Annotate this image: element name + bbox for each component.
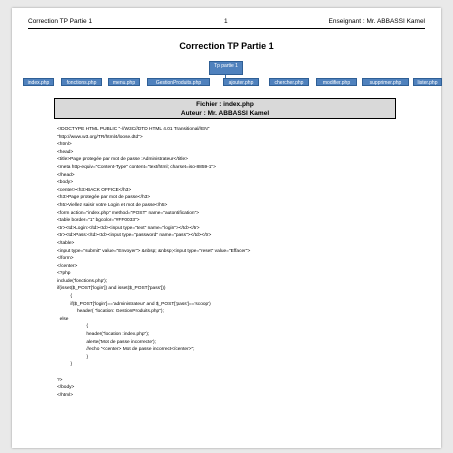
code-line: { (57, 294, 72, 300)
code-line: if($_POST['login']=='administrateur' and… (57, 301, 211, 307)
code-line: <form action="index.php" method="POST" n… (57, 210, 200, 216)
code-line: <html> (57, 142, 72, 148)
code-line: <title>Page protegée par mot de passe :A… (57, 157, 188, 163)
tree-node-gestionproduits: GestionProduits.php (147, 78, 210, 86)
file-author: Auteur : Mr. ABBASSI Kamel (180, 110, 270, 117)
document-page: Correction TP Partie 1 1 Enseignant : Mr… (12, 8, 442, 448)
code-line: alerte('Mot de passe incorrecte'); (57, 339, 156, 345)
code-line: <body> (57, 180, 74, 186)
code-line: </body> (57, 385, 75, 391)
code-line: </form> (57, 256, 74, 262)
code-line: <head> (57, 149, 74, 155)
tree-root-node: Tp partie 1 (209, 61, 243, 75)
code-line: } (57, 362, 72, 368)
code-line: <!DOCTYPE HTML PUBLIC "-//W3C//DTD HTML … (57, 127, 210, 132)
code-line: include('fonctions.php'); (57, 278, 108, 284)
header-page-number: 1 (224, 18, 228, 25)
code-line: <?php (57, 271, 71, 277)
document-title: Correction TP Partie 1 (179, 41, 274, 51)
code-line: <center><h3>BACK OFFICE</h3> (57, 187, 132, 193)
page-header: Correction TP Partie 1 1 Enseignant : Mr… (28, 18, 425, 29)
code-line: } (57, 354, 88, 360)
tree-node-index: index.php (23, 78, 54, 86)
code-line: <table border="1" bgcolor="#FF0033"> (57, 218, 140, 224)
code-line: ?> (57, 377, 63, 383)
code-line: <h3>Page protegée par mot de passe</h3> (57, 195, 151, 201)
code-line: </head> (57, 172, 75, 178)
code-line: <input type="submit" value="Envoyer"> &n… (57, 248, 251, 254)
tree-node-ajouter: ajouter.php (223, 78, 259, 86)
tree-node-fonctions: fonctions.php (61, 78, 102, 86)
code-line: <tr><td>Login:</td><td><input type="text… (57, 225, 200, 231)
code-line: </table> (57, 240, 75, 246)
code-line: <meta http-equiv="Content-Type" content=… (57, 164, 216, 170)
code-line: header( "location: GestionProduits.php")… (57, 309, 164, 315)
tree-children: index.php fonctions.php menu.php Gestion… (23, 78, 442, 86)
header-title: Correction TP Partie 1 (28, 18, 93, 25)
header-teacher: Enseignant : Mr. ABBASSI Kamel (328, 18, 425, 25)
tree-node-supprimer: supprimer.php (362, 78, 409, 86)
code-line: </center> (57, 263, 78, 269)
file-name: Fichier : index.php (196, 101, 254, 108)
code-line: { (57, 324, 88, 330)
tree-node-lister: lister.php (413, 78, 442, 86)
code-line: else (57, 316, 69, 322)
code-listing: <!DOCTYPE HTML PUBLIC "-//W3C//DTD HTML … (57, 126, 427, 399)
code-line: header("location :index.php"); (57, 332, 150, 338)
code-line: "http://www.w3.org/TR/html4/loose.dtd"> (57, 134, 143, 140)
code-line: //echo "<center> Mot de passe incorrect<… (57, 347, 195, 353)
file-info-box: Fichier : index.php Auteur : Mr. ABBASSI… (54, 98, 396, 119)
code-line: <tr><td>Pass:</td><td><input type="passw… (57, 233, 212, 239)
code-line: if(isset($_POST['login']) and isset($_PO… (57, 286, 166, 292)
tree-node-chercher: chercher.php (269, 78, 309, 86)
tree-node-menu: menu.php (108, 78, 140, 86)
code-line: </html> (57, 392, 73, 398)
tree-node-modifier: modifier.php (316, 78, 357, 86)
code-line: <h5>Viellez saisir votre Login et mot de… (57, 202, 168, 208)
